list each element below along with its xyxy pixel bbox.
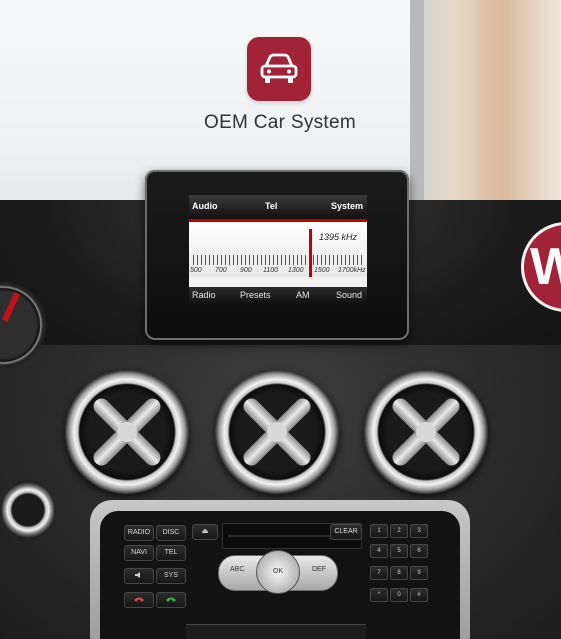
scale-label: 1700kHz — [338, 267, 366, 274]
speaker-icon — [135, 572, 140, 579]
scale-label: 500 — [190, 267, 202, 274]
tab-tel[interactable]: Tel — [265, 201, 277, 211]
disc-button[interactable]: DISC — [156, 525, 186, 541]
vent-hub — [117, 422, 137, 442]
keypad-key[interactable]: 3 — [410, 524, 428, 538]
scale-label: 1300 — [288, 267, 304, 274]
screen-top-bar: Audio Tel System — [189, 195, 367, 219]
keypad-key[interactable]: 5 — [390, 544, 408, 558]
tuner-area: 1395 kHz 500 700 900 1100 1300 1500 1700… — [189, 222, 367, 277]
mute-button[interactable] — [124, 568, 154, 584]
sys-button[interactable]: SYS — [156, 568, 186, 584]
keypad-key[interactable]: 6 — [410, 544, 428, 558]
navi-button[interactable]: NAVI — [124, 545, 154, 561]
tel-button[interactable]: TEL — [156, 545, 186, 561]
hangup-button[interactable] — [124, 592, 154, 608]
scale-label: 1100 — [263, 267, 279, 274]
tab-am[interactable]: AM — [296, 290, 310, 300]
car-icon — [260, 53, 298, 83]
vent-hub — [267, 422, 287, 442]
phone-hangup-icon — [134, 597, 144, 603]
keypad-key[interactable]: 8 — [390, 566, 408, 580]
app-icon[interactable] — [247, 37, 311, 101]
phone-call-icon — [166, 597, 176, 603]
scale-label: 700 — [215, 267, 227, 274]
window-pillar — [410, 0, 424, 200]
panel-bottom-row — [186, 624, 366, 639]
frequency-readout: 1395 kHz — [319, 232, 358, 242]
air-vent-left[interactable] — [65, 370, 189, 494]
scale-label: 900 — [240, 267, 252, 274]
tab-presets[interactable]: Presets — [240, 290, 271, 300]
tab-audio[interactable]: Audio — [192, 201, 218, 211]
scale-label: 1500 — [314, 267, 330, 274]
keypad-key[interactable]: * — [370, 588, 388, 602]
keypad-key[interactable]: 2 — [390, 524, 408, 538]
ok-knob[interactable]: OK — [256, 550, 300, 594]
keypad-key[interactable]: 7 — [370, 566, 388, 580]
tab-sound[interactable]: Sound — [336, 290, 362, 300]
eject-button[interactable]: ⏏ — [192, 524, 218, 540]
keypad-key[interactable]: 9 — [410, 566, 428, 580]
volume-knob[interactable] — [2, 480, 54, 540]
tuner-needle[interactable] — [309, 229, 312, 277]
rocker-right-label: DEF — [312, 566, 326, 573]
keypad-key[interactable]: 1 — [370, 524, 388, 538]
air-vent-right[interactable] — [364, 370, 488, 494]
radio-button[interactable]: RADIO — [124, 525, 154, 541]
rocker-left-label: ABC — [230, 566, 245, 573]
head-unit-screen: Audio Tel System 1395 kHz 500 700 900 11… — [189, 195, 367, 304]
vent-hub — [416, 422, 436, 442]
keypad-key[interactable]: # — [410, 588, 428, 602]
app-title: OEM Car System — [204, 112, 356, 133]
background-window — [410, 0, 561, 200]
tuner-ticks — [193, 255, 365, 265]
call-button[interactable] — [156, 592, 186, 608]
screenshot-frame: OEM Car System W Audio Tel System 1395 k… — [0, 0, 561, 639]
screen-bottom-bar: Radio Presets AM Sound — [189, 287, 367, 304]
clear-button[interactable]: CLEAR — [330, 524, 362, 540]
keypad-key[interactable]: 4 — [370, 544, 388, 558]
tab-radio[interactable]: Radio — [192, 290, 216, 300]
keypad-key[interactable]: 0 — [390, 588, 408, 602]
tab-system[interactable]: System — [331, 201, 363, 211]
air-vent-center[interactable] — [215, 370, 339, 494]
